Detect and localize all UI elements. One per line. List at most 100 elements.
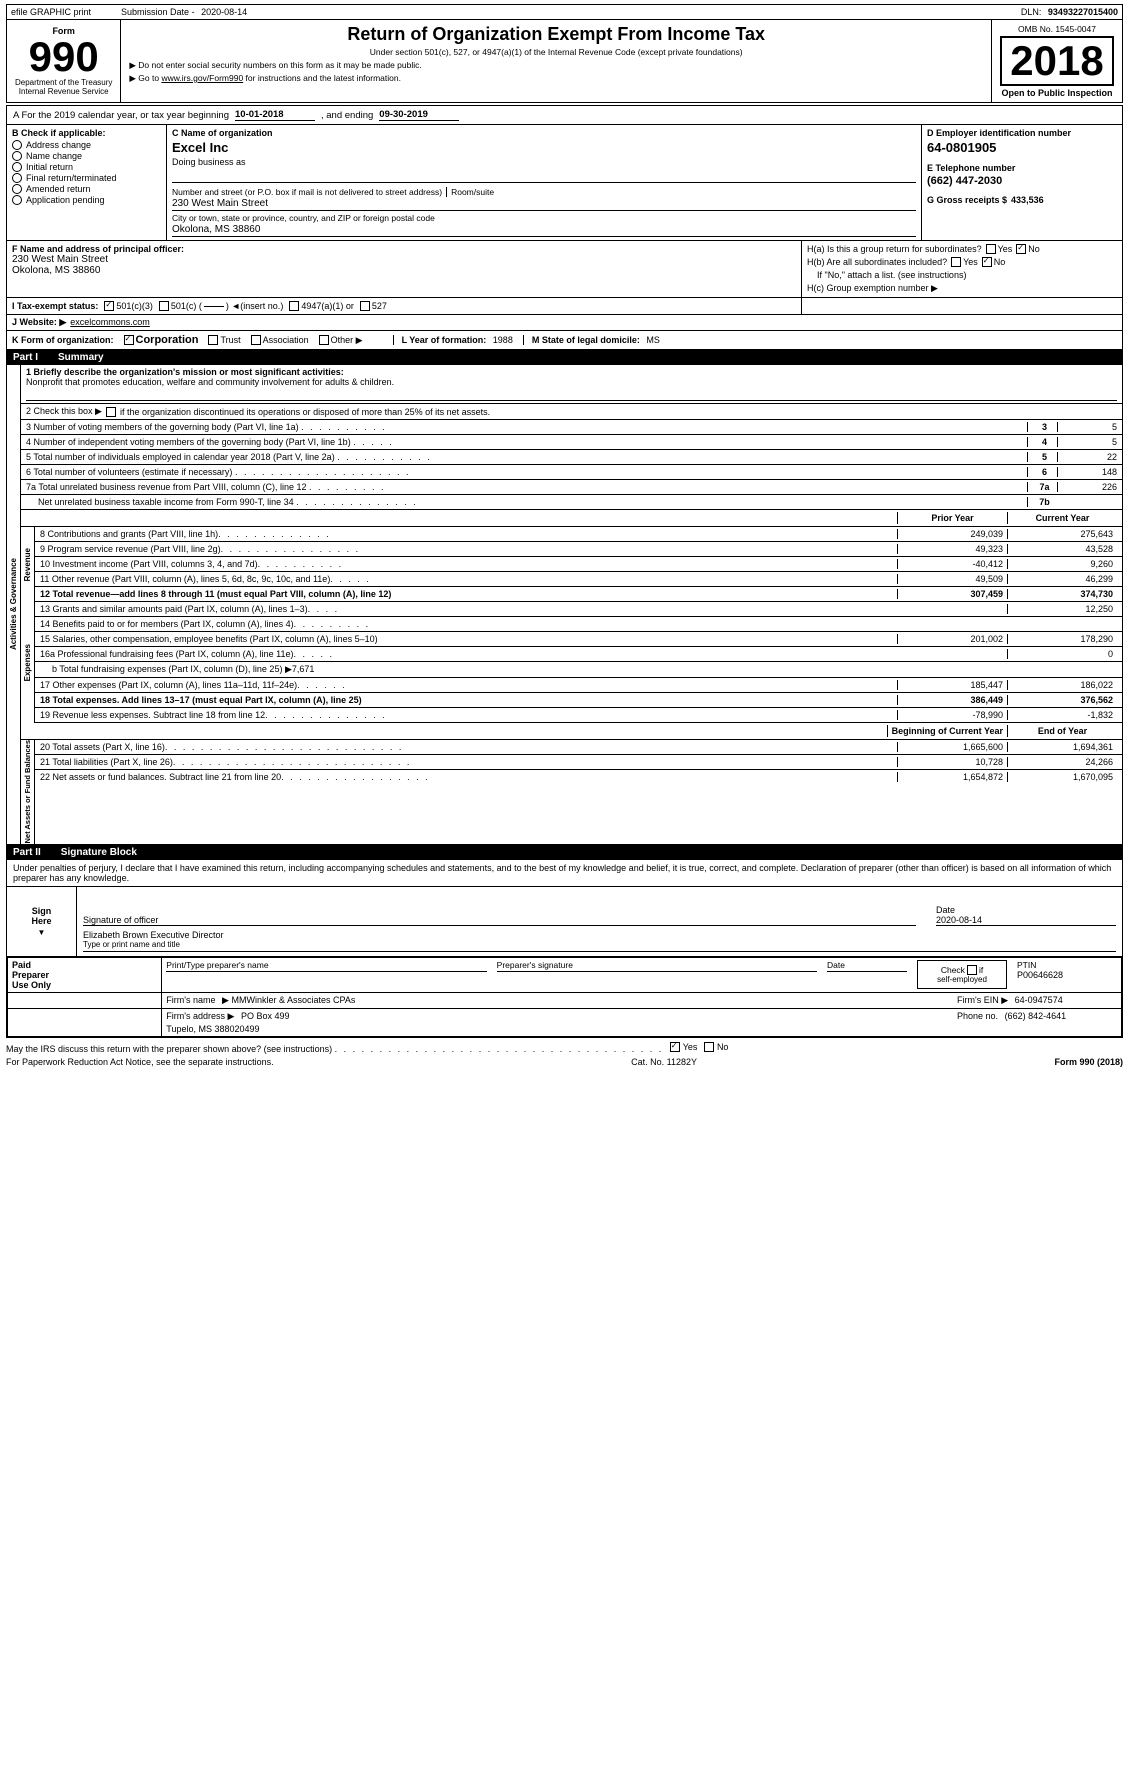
preparer-sig-value — [497, 973, 817, 989]
ptin-value: P00646628 — [1017, 970, 1117, 980]
address-label: Number and street (or P.O. box if mail i… — [172, 187, 442, 197]
part1-body: Activities & Governance 1 Briefly descri… — [7, 365, 1122, 844]
efile-label: efile GRAPHIC print — [11, 7, 91, 17]
return-subtitle: Under section 501(c), 527, or 4947(a)(1)… — [129, 47, 983, 57]
line18-current: 376,562 — [1007, 695, 1117, 705]
line17-prior: 185,447 — [897, 680, 1007, 690]
expenses-section: Expenses 13 Grants and similar amounts p… — [21, 602, 1122, 723]
expenses-label: Expenses — [23, 644, 32, 681]
preparer-name-value — [166, 973, 486, 989]
phone-value: (662) 447-2030 — [927, 175, 1117, 187]
line9-current: 43,528 — [1007, 544, 1117, 554]
line19-current: -1,832 — [1007, 710, 1117, 720]
room-suite-label: Room/suite — [446, 187, 506, 197]
line7b-num: 7b — [1027, 497, 1057, 507]
paid-preparer-section: PaidPreparerUse Only Print/Type preparer… — [7, 957, 1122, 1037]
officer-title-label: Type or print name and title — [83, 940, 1116, 949]
i-501c-box[interactable] — [159, 301, 169, 311]
city-label: City or town, state or province, country… — [172, 213, 916, 223]
line22-end: 1,670,095 — [1007, 772, 1117, 782]
net-assets-section: Net Assets or Fund Balances 20 Total ass… — [21, 740, 1122, 844]
activities-label: Activities & Governance — [9, 558, 18, 650]
k-other-box[interactable] — [319, 335, 329, 345]
line5-num: 5 — [1027, 452, 1057, 462]
line21-end: 24,266 — [1007, 757, 1117, 767]
f-label: F Name and address of principal officer: — [12, 244, 796, 254]
cat-no: Cat. No. 11282Y — [631, 1057, 697, 1067]
hc-row: H(c) Group exemption number ▶ — [807, 283, 1117, 294]
line6-val: 148 — [1057, 467, 1117, 477]
line18-prior: 386,449 — [897, 695, 1007, 705]
line9-prior: 49,323 — [897, 544, 1007, 554]
radio-amended-return[interactable] — [12, 184, 22, 194]
hb-note: If "No," attach a list. (see instruction… — [807, 270, 1117, 280]
k-label: K Form of organization: — [12, 335, 114, 345]
firm-name-value: ▶ MMWinkler & Associates CPAs — [222, 995, 355, 1005]
line4-num: 4 — [1027, 437, 1057, 447]
check-application-pending: Application pending — [12, 195, 161, 205]
line17-current: 186,022 — [1007, 680, 1117, 690]
line5-label: 5 Total number of individuals employed i… — [26, 452, 1027, 462]
firm-address-value: PO Box 499 — [241, 1011, 290, 1021]
part2-header: Part II Signature Block — [7, 844, 1122, 860]
dln-label: DLN: 93493227015400 — [1021, 7, 1118, 17]
k-trust-box[interactable] — [208, 335, 218, 345]
officer-name: Elizabeth Brown Executive Director — [83, 930, 1116, 940]
i-527-box[interactable] — [360, 301, 370, 311]
radio-application-pending[interactable] — [12, 195, 22, 205]
paperwork-label: For Paperwork Reduction Act Notice, see … — [6, 1057, 274, 1067]
phone-no-label: Phone no. — [957, 1011, 998, 1021]
firm-ein-label: Firm's EIN ▶ — [957, 995, 1008, 1005]
line16b-label: b Total fundraising expenses (Part IX, c… — [40, 664, 897, 675]
self-employed-check[interactable] — [967, 965, 977, 975]
radio-initial-return[interactable] — [12, 162, 22, 172]
line6-label: 6 Total number of volunteers (estimate i… — [26, 467, 1027, 477]
f-address: 230 West Main Street — [12, 254, 796, 265]
k-corp-box[interactable] — [124, 335, 134, 345]
omb-number: OMB No. 1545-0047 — [998, 24, 1116, 34]
org-name: Excel Inc — [172, 140, 916, 155]
form-label: Form 990 (2018) — [1054, 1057, 1123, 1067]
check-initial-return: Initial return — [12, 162, 161, 172]
i-4947-box[interactable] — [289, 301, 299, 311]
arrow1: ▶ Do not enter social security numbers o… — [129, 60, 983, 71]
part2-penalty-text: Under penalties of perjury, I declare th… — [7, 860, 1122, 887]
hb-no-box[interactable] — [982, 257, 992, 267]
signature-area: Signature of officer — [83, 891, 916, 926]
line20-begin: 1,665,600 — [897, 742, 1007, 752]
line12-current: 374,730 — [1007, 589, 1117, 599]
line2-label: 2 Check this box ▶ — [26, 406, 102, 417]
line4-val: 5 — [1057, 437, 1117, 447]
open-public: Open to Public Inspection — [998, 88, 1116, 98]
page: efile GRAPHIC print Submission Date - 20… — [0, 0, 1129, 1071]
line16a-current: 0 — [1007, 649, 1117, 659]
j-label: J Website: ▶ — [12, 317, 66, 328]
i-501c3-box[interactable] — [104, 301, 114, 311]
preparer-date-value — [827, 973, 907, 989]
ha-no-box[interactable] — [1016, 244, 1026, 254]
firm-ein-value: 64-0947574 — [1015, 995, 1063, 1005]
line1-label: 1 Briefly describe the organization's mi… — [26, 367, 1117, 377]
discuss-yes-box[interactable] — [670, 1042, 680, 1052]
discuss-no-box[interactable] — [704, 1042, 714, 1052]
line10-prior: -40,412 — [897, 559, 1007, 569]
current-year-header: Current Year — [1007, 512, 1117, 524]
radio-name-change[interactable] — [12, 151, 22, 161]
line5-val: 22 — [1057, 452, 1117, 462]
arrow2: ▶ Go to www.irs.gov/Form990 for instruct… — [129, 73, 983, 84]
revenue-section: Revenue 8 Contributions and grants (Part… — [21, 527, 1122, 602]
footer-bottom: For Paperwork Reduction Act Notice, see … — [6, 1057, 1123, 1067]
radio-address-change[interactable] — [12, 140, 22, 150]
line4-label: 4 Number of independent voting members o… — [26, 437, 1027, 447]
g-gross: G Gross receipts $ 433,536 — [927, 195, 1117, 205]
ptin-label: PTIN — [1017, 960, 1117, 970]
hb-yes-box[interactable] — [951, 257, 961, 267]
date-label: Date — [936, 905, 1116, 915]
footer: May the IRS discuss this return with the… — [6, 1042, 1123, 1054]
line7a-num: 7a — [1027, 482, 1057, 492]
k-assoc-box[interactable] — [251, 335, 261, 345]
radio-final-return[interactable] — [12, 173, 22, 183]
ha-yes-box[interactable] — [986, 244, 996, 254]
ein-value: 64-0801905 — [927, 140, 1117, 155]
line2-checkbox[interactable] — [106, 407, 116, 417]
